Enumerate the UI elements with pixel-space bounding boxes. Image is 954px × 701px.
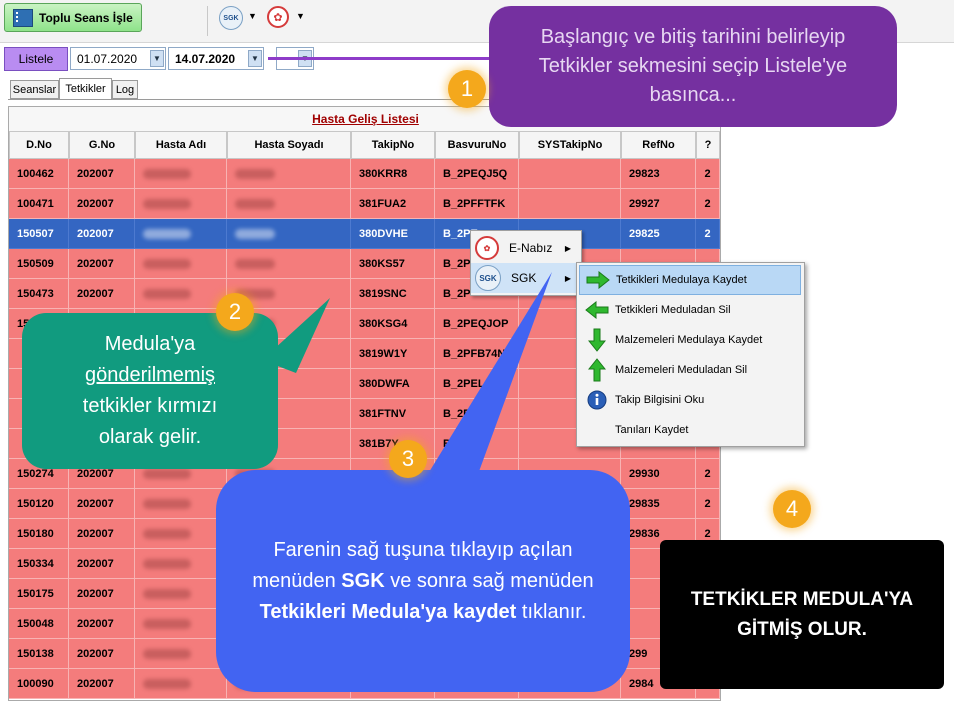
callout-step3-text: Farenin sağ tuşuna tıklayıp açılan menüd… — [252, 538, 594, 623]
step3-badge: 3 — [389, 440, 427, 478]
callout-step3: Farenin sağ tuşuna tıklayıp açılan menüd… — [216, 470, 630, 692]
callout-step2-line: gönderilmemiş — [84, 364, 216, 386]
callout-step2-line: olarak gelir. — [98, 426, 202, 448]
callout-step2-line: Medula'ya — [104, 333, 196, 355]
step1-badge: 1 — [448, 70, 486, 108]
step2-badge: 2 — [216, 293, 254, 331]
callout-step2-line: tetkikler kırmızı — [82, 395, 218, 417]
callout-step4: TETKİKLER MEDULA'YA GİTMİŞ OLUR. — [660, 540, 944, 689]
callout-step1-text: Başlangıç ve bitiş tarihini belirleyip T… — [538, 26, 848, 106]
callout3-pointer — [418, 272, 552, 496]
callout-step4-line: TETKİKLER MEDULA'YA — [690, 588, 914, 610]
callout-step2: Medula'ya gönderilmemiş tetkikler kırmız… — [22, 313, 278, 469]
callout-step4-line: GİTMİŞ OLUR. — [737, 618, 867, 640]
callout-step1: Başlangıç ve bitiş tarihini belirleyip T… — [489, 6, 897, 127]
step4-badge: 4 — [773, 490, 811, 528]
